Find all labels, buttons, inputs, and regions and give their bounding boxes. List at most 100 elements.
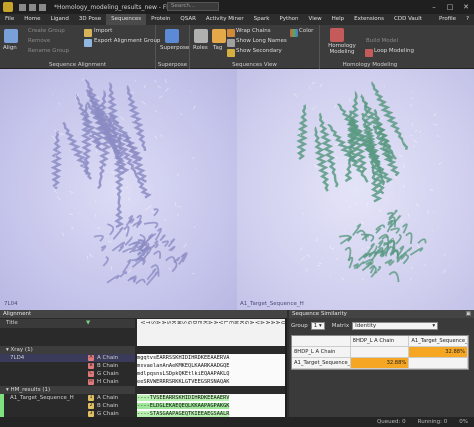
matrix-cell[interactable]: 32.88% <box>409 347 469 357</box>
tab-file[interactable]: File <box>0 14 19 25</box>
tab-python[interactable]: Python <box>274 14 303 25</box>
matrix-cell[interactable]: 32.88% <box>350 358 410 368</box>
wrap-chains-toggle[interactable]: Wrap Chains <box>236 28 271 34</box>
group-select[interactable]: 1 ▾ <box>310 322 325 330</box>
chain-row[interactable]: H H Chain <box>0 378 135 386</box>
help-button[interactable]: ? <box>461 14 474 25</box>
show-secondary-toggle[interactable]: Show Secondary <box>236 48 282 54</box>
sequence-row[interactable]: mdlpqsnsLSDpkQKEtlkiEQAAPAKLQ <box>137 370 285 378</box>
entry-row-a1-target[interactable]: A1_Target_Sequence_H 1 A Chain <box>0 394 135 402</box>
tab-sequences[interactable]: Sequences <box>106 14 147 25</box>
tag-button[interactable]: Tag <box>213 45 222 51</box>
tab-protein[interactable]: Protein <box>146 14 175 25</box>
entry-row-7ld4[interactable]: 7LD4 A A Chain <box>0 354 135 362</box>
remove-button[interactable]: Remove <box>28 38 50 44</box>
color-menu-button[interactable]: Color <box>299 28 313 34</box>
color-icon <box>290 29 298 37</box>
group-value: 1 <box>313 323 318 329</box>
group-row-xray[interactable]: ▾ Xray (1) <box>0 346 135 354</box>
side-chain-line <box>143 84 146 89</box>
chain-row[interactable]: 2 B Chain <box>0 402 135 410</box>
chain-label: H Chain <box>97 379 119 385</box>
side-chain-line <box>88 253 93 258</box>
quick-access-toolbar <box>19 3 46 11</box>
sequence-row[interactable]: eeSRVWERRRSRKKLGTVEEGSRSNAQAK <box>137 378 285 386</box>
structure-label-left: 7L04 <box>4 301 18 307</box>
side-chain-line <box>329 245 332 250</box>
create-group-button[interactable]: Create Group <box>28 28 65 34</box>
3d-viewport[interactable]: 7L04 A1_Target_Sequence_H <box>0 69 474 310</box>
side-chain-line <box>176 213 179 216</box>
matrix-cell[interactable] <box>350 347 410 357</box>
save-icon[interactable] <box>19 3 26 11</box>
side-chain-line <box>414 129 418 132</box>
search-input[interactable]: Search... <box>167 2 219 11</box>
chain-row[interactable]: C G Chain <box>0 370 135 378</box>
build-model-button[interactable]: Build Model <box>366 38 398 44</box>
tab-home[interactable]: Home <box>19 14 45 25</box>
rename-group-button[interactable]: Rename Group <box>28 48 69 54</box>
side-chain-line <box>129 222 134 227</box>
sheet-ribbon <box>409 247 424 256</box>
matrix-select[interactable]: Identity ▾ <box>352 322 439 330</box>
import-button[interactable]: Import <box>94 28 112 34</box>
sheet-ribbon <box>402 223 408 234</box>
viewport-pane-left[interactable]: 7L04 <box>0 69 237 310</box>
chain-row[interactable]: B B Chain <box>0 362 135 370</box>
side-chain-line <box>111 172 115 174</box>
side-chain-line <box>323 170 326 172</box>
sheet-ribbon <box>100 245 107 252</box>
similarity-controls: Group 1 ▾ Matrix Identity ▾ <box>291 322 439 330</box>
side-chain-line <box>96 226 101 230</box>
superpose-button[interactable]: Superpose <box>160 45 189 51</box>
close-icon[interactable]: ✕ <box>458 0 474 14</box>
title-column-header[interactable]: Title ▼ <box>0 319 135 328</box>
long-names-icon <box>227 39 235 47</box>
sheet-ribbon <box>118 245 124 253</box>
tab-view[interactable]: View <box>304 14 327 25</box>
export-alignment-group-button[interactable]: Export Alignment Group <box>94 38 160 44</box>
chain-label: B Chain <box>97 363 119 369</box>
group-label-sequences-view: Sequences View <box>232 62 277 68</box>
side-chain-line <box>300 256 306 261</box>
side-chain-line <box>134 80 136 82</box>
matrix-cell[interactable] <box>409 358 469 368</box>
side-chain-line <box>427 210 430 214</box>
pin-icon[interactable]: ▣ <box>466 310 471 318</box>
sequence-row[interactable]: ----STASGAAPAGEQTKIEEAEGSAALR <box>137 410 285 417</box>
loop-modeling-button[interactable]: Loop Modeling <box>374 48 414 54</box>
sequence-row[interactable]: msvaelanAnAeKMKEQLKAARKAADGQE <box>137 362 285 370</box>
tab-ligand[interactable]: Ligand <box>45 14 73 25</box>
sequence-row[interactable]: mgqtvsEARRSSKHIDIHRDKEEAAERVA <box>137 354 285 362</box>
superpose-group: Superpose Superpose <box>156 25 190 69</box>
sequence-row[interactable]: ----TVSEEARRSKHIDIHRDKEEAAERV <box>137 394 285 402</box>
maximize-icon[interactable]: □ <box>442 0 458 14</box>
tab-activity-miner[interactable]: Activity Miner <box>201 14 249 25</box>
filter-icon[interactable]: ▼ <box>86 319 90 328</box>
side-chain-line <box>429 189 434 191</box>
minimize-icon[interactable]: – <box>426 0 442 14</box>
viewport-pane-right[interactable]: A1_Target_Sequence_H <box>237 69 474 310</box>
homology-modeling-button[interactable]: Homology Modeling <box>322 43 362 55</box>
sequence-ruler: VTSAASKWSGDEKAAVLENKGAVAAAAQ <box>137 319 285 346</box>
align-button[interactable]: Align <box>3 45 17 51</box>
show-long-names-toggle[interactable]: Show Long Names <box>236 38 287 44</box>
tab-spark[interactable]: Spark <box>249 14 275 25</box>
group-name: Xray (1) <box>10 347 33 353</box>
tab-qsar[interactable]: QSAR <box>175 14 201 25</box>
tab-3d-pose[interactable]: 3D Pose <box>74 14 106 25</box>
group-row-hm-results[interactable]: ▾ HM_results (1) <box>0 386 135 394</box>
roles-button[interactable]: Roles <box>193 45 208 51</box>
undo-icon[interactable] <box>29 3 36 11</box>
redo-icon[interactable] <box>39 3 46 11</box>
sequence-row[interactable]: ----ELDGLEKAEQEQLKKAAPAGPAKGK <box>137 402 285 410</box>
matrix-col-header: 8HDP_L A Chain <box>351 336 410 346</box>
tab-cdd-vault[interactable]: CDD Vault <box>389 14 427 25</box>
tab-extensions[interactable]: Extensions <box>349 14 389 25</box>
side-chain-line <box>362 278 364 281</box>
tab-help[interactable]: Help <box>327 14 350 25</box>
sheet-ribbon <box>167 238 176 248</box>
profile-menu[interactable]: Profile <box>434 14 461 25</box>
bottom-panels: Alignment Title ▼ VTSAASKWSGDEKAAVLENKGA… <box>0 310 474 426</box>
side-chain-line <box>411 91 413 94</box>
